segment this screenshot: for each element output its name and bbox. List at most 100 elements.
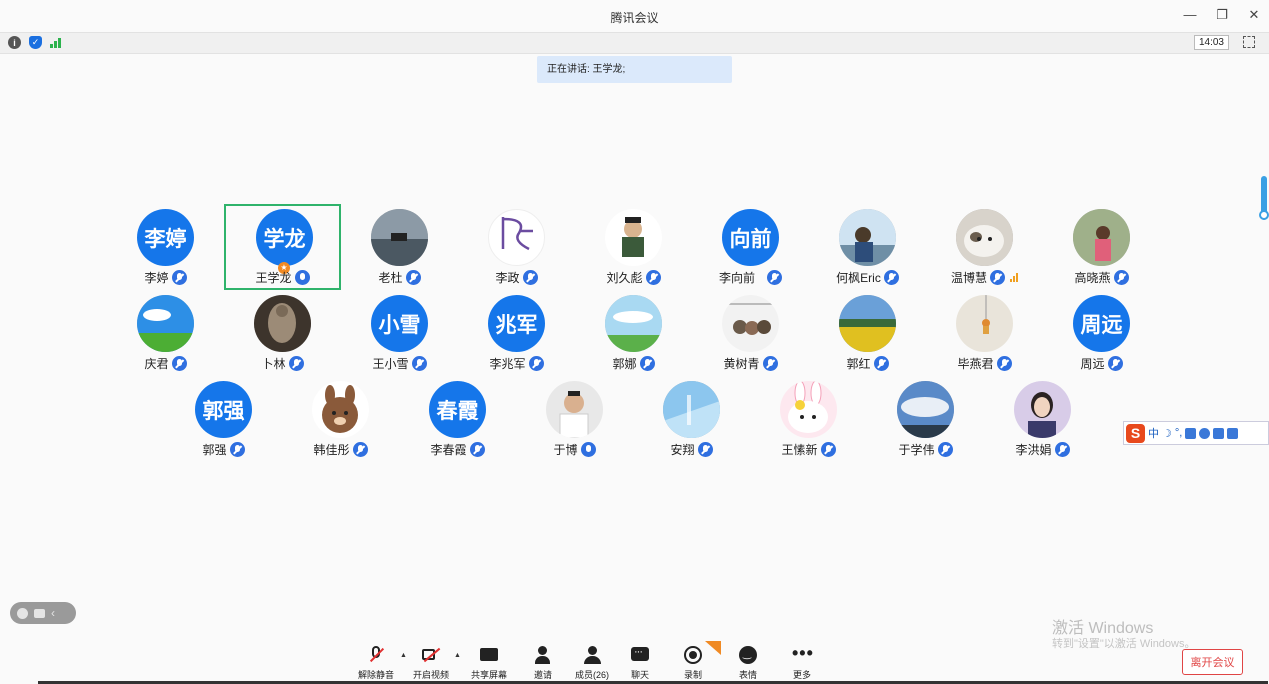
chevron-left-icon[interactable]: ‹ (51, 606, 55, 620)
avatar: 兆军 (488, 295, 545, 352)
participant-tile[interactable]: 向前 李向前 (692, 205, 809, 291)
avatar (897, 381, 954, 438)
share-screen-button[interactable]: 共享屏幕 (462, 645, 516, 681)
meeting-clock: 14:03 (1193, 35, 1229, 50)
info-icon[interactable]: i (8, 36, 21, 49)
participant-tile[interactable]: 刘久彪 (575, 205, 692, 291)
participant-name: 郭红 (846, 356, 871, 371)
participant-tile[interactable]: 春霞 李春霞 (399, 377, 516, 463)
participant-tile[interactable]: 王愫新 (750, 377, 867, 463)
participant-tile[interactable]: 安翔 (633, 377, 750, 463)
reactions-button[interactable]: 表情 (721, 645, 775, 681)
mic-muted-icon (937, 441, 953, 457)
participant-tile[interactable]: 温博慧 (926, 205, 1043, 291)
mic-muted-icon (820, 441, 836, 457)
share-screen-icon (479, 645, 499, 665)
user-icon[interactable] (1199, 427, 1211, 439)
participant-tile[interactable]: 卜林 (224, 291, 341, 377)
participant-tile[interactable]: 韩佳彤 (282, 377, 399, 463)
fullscreen-icon[interactable] (1243, 36, 1255, 48)
participant-tile[interactable]: 高晓燕 (1043, 205, 1160, 291)
avatar (605, 295, 662, 352)
mic-muted-icon (697, 441, 713, 457)
mic-muted-icon (645, 269, 661, 285)
reactions-label: 表情 (738, 670, 757, 680)
participant-tile[interactable]: 郭强 郭强 (165, 377, 282, 463)
sogou-logo-icon[interactable]: S (1126, 423, 1145, 443)
participant-name: 郭娜 (612, 356, 637, 371)
participant-tile[interactable]: 李洪娟 (984, 377, 1101, 463)
caption-icon[interactable] (34, 608, 45, 618)
participant-tile[interactable]: 李政 (458, 205, 575, 291)
mic-muted-icon (405, 269, 421, 285)
avatar: 郭强 (195, 381, 252, 438)
participant-name: 李春霞 (430, 442, 467, 457)
participant-tile[interactable]: 郭娜 (575, 291, 692, 377)
scrollbar-handle[interactable] (1259, 210, 1269, 220)
participant-tile[interactable]: 小雪 王小雪 (341, 291, 458, 377)
start-video-button[interactable]: 开启视频 (404, 645, 458, 681)
participant-name: 李兆军 (489, 356, 526, 371)
chat-icon (630, 645, 650, 665)
mic-muted-icon (767, 269, 782, 285)
participant-tile-active[interactable]: 学龙 ★ 王学龙 (224, 204, 341, 290)
participant-tile[interactable]: 于博 (516, 377, 633, 463)
more-label: 更多 (792, 670, 811, 680)
participant-tile[interactable]: 庆君 (107, 291, 224, 377)
ime-toolbar[interactable]: S 中 ☽ °, (1123, 421, 1269, 445)
speaking-indicator: 正在讲话: 王学龙; (537, 56, 732, 83)
participant-name: 韩佳彤 (313, 442, 350, 457)
shield-icon[interactable]: ✓ (29, 36, 42, 49)
restore-icon[interactable]: ❐ (1215, 8, 1229, 22)
punctuation-icon[interactable]: °, (1175, 427, 1182, 439)
participant-tile[interactable]: 黄树青 (692, 291, 809, 377)
participant-tile[interactable]: 毕燕君 (926, 291, 1043, 377)
more-button[interactable]: ••• 更多 (775, 644, 829, 681)
participant-name: 何枫Eric (836, 270, 881, 285)
chat-button[interactable]: 聊天 (613, 645, 667, 681)
avatar: 春霞 (429, 381, 486, 438)
wrench-icon[interactable] (1227, 427, 1239, 439)
keyboard-icon[interactable] (1185, 427, 1197, 439)
invite-button[interactable]: 邀请 (516, 645, 570, 681)
participant-tile[interactable]: 郭红 (809, 291, 926, 377)
video-options-caret-icon[interactable]: ▲ (454, 652, 461, 659)
participant-name: 周远 (1080, 356, 1105, 371)
smile-icon (738, 645, 758, 665)
close-icon[interactable]: ✕ (1247, 8, 1261, 22)
participant-name: 李婷 (144, 270, 169, 285)
participant-tile[interactable]: 老杜 (341, 205, 458, 291)
floating-controls[interactable]: ‹ (10, 602, 76, 624)
avatar (546, 381, 603, 438)
signal-icon[interactable] (50, 37, 61, 48)
avatar (254, 295, 311, 352)
unmute-button[interactable]: 解除静音 (349, 645, 403, 681)
mic-muted-icon (469, 441, 485, 457)
participant-tile[interactable]: 李婷 李婷 (107, 205, 224, 291)
avatar (137, 295, 194, 352)
mic-muted-icon (639, 355, 655, 371)
mic-muted-icon (522, 269, 538, 285)
participant-name: 于学伟 (898, 442, 935, 457)
avatar (722, 295, 779, 352)
mic-muted-icon (528, 355, 544, 371)
record-button[interactable]: 录制 (666, 645, 720, 681)
mic-off-icon (366, 645, 386, 665)
skin-icon[interactable] (1213, 427, 1225, 439)
activation-watermark-subtitle: 转到"设置"以激活 Windows。 (1052, 638, 1196, 650)
members-button[interactable]: 成员(26) (565, 645, 619, 681)
minimize-icon[interactable]: — (1183, 8, 1197, 22)
moon-icon[interactable]: ☽ (1162, 427, 1172, 440)
avatar (488, 209, 545, 266)
record-label: 录制 (683, 670, 702, 680)
leave-meeting-button[interactable]: 离开会议 (1182, 649, 1243, 675)
ime-mode[interactable]: 中 (1148, 425, 1159, 441)
participant-name: 庆君 (144, 356, 169, 371)
participant-tile[interactable]: 于学伟 (867, 377, 984, 463)
emoji-icon[interactable] (17, 607, 28, 619)
participant-tile[interactable]: 兆军 李兆军 (458, 291, 575, 377)
signal-weak-icon (1010, 272, 1018, 282)
avatar (312, 381, 369, 438)
participant-tile[interactable]: 周远 周远 (1043, 291, 1160, 377)
participant-tile[interactable]: 何枫Eric (809, 205, 926, 291)
